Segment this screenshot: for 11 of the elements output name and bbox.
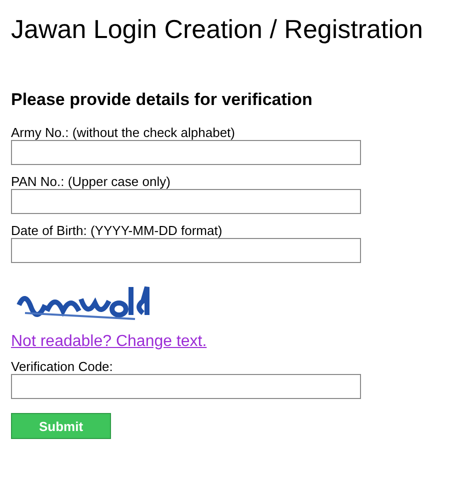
input-field[interactable] bbox=[11, 374, 361, 399]
input-field[interactable] bbox=[11, 238, 361, 263]
input-field[interactable] bbox=[11, 140, 361, 165]
page-title: Jawan Login Creation / Registration bbox=[11, 13, 424, 46]
field-label: PAN No.: (Upper case only) bbox=[11, 174, 172, 189]
field-label: Date of Birth: (YYYY-MM-DD format) bbox=[11, 223, 224, 238]
section-heading: Please provide details for verification bbox=[11, 90, 314, 110]
field-label: Verification Code: bbox=[11, 359, 114, 374]
change-text-link[interactable]: Not readable? Change text. bbox=[11, 333, 207, 351]
input-field[interactable] bbox=[11, 189, 361, 214]
field-label: Army No.: (without the check alphabet) bbox=[11, 125, 236, 140]
